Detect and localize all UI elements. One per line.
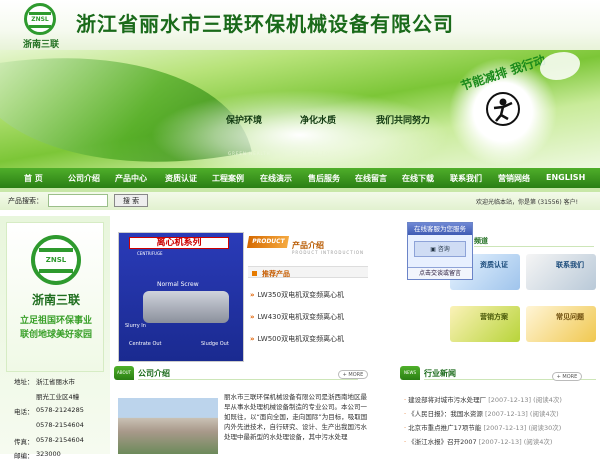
sidebar-logo-emblem: ZNSL	[31, 235, 81, 285]
search-bar: 产品搜索： 搜 索 欢迎光临本站，你是第 (31556) 客户!	[0, 192, 600, 210]
logo-name: 浙南三联	[22, 40, 59, 50]
leave-message-link[interactable]: 点击交谈或留言	[408, 267, 472, 279]
nav-message[interactable]: 在线留言	[355, 173, 387, 184]
site-header: ZNSL 浙南三联 浙江省丽水市三联环保机械设备有限公司	[0, 0, 600, 50]
product-item-3[interactable]: » LW500双电机双变频离心机	[250, 334, 344, 344]
news-item-4[interactable]: · 《浙江水报》召开2007 [2007-12-13] (阅读4次)	[404, 436, 600, 446]
search-button[interactable]: 搜 索	[114, 194, 148, 207]
about-text: 丽水市三联环保机械设备有限公司是浙西南地区最早从事水处理机械设备制造的专业公司。…	[224, 393, 368, 441]
center-column: 离心机系列 CENTRIFUGE Normal Screw Slurry In …	[112, 216, 370, 454]
zip-label: 邮编：	[14, 452, 34, 460]
nav-service[interactable]: 售后服务	[308, 173, 340, 184]
tile-contact[interactable]: 联系我们	[526, 254, 596, 290]
consult-button[interactable]: ▣ 咨询	[414, 241, 466, 257]
phone-label: 电话：	[14, 408, 34, 416]
product-section-subtitle: PRODUCT INTRODUCTION	[292, 250, 364, 255]
banner-sub-mid: HEALTH FOR ALL	[298, 151, 346, 156]
banner-slogan-2: 净化水质	[300, 116, 337, 126]
tile-marketing[interactable]: 营销方案	[450, 306, 520, 342]
banner-slogan-1: 保护环境	[226, 116, 263, 126]
fax-label: 传真：	[14, 438, 34, 446]
news-title: 行业新闻	[424, 369, 456, 378]
slurry-in-label: Slurry In	[125, 323, 146, 329]
motto-line-1: 立足祖国环保事业	[19, 316, 92, 326]
channel-title: 频道	[474, 237, 488, 245]
nav-network[interactable]: 营销网络	[498, 173, 530, 184]
logo-abbrev: ZNSL	[31, 16, 49, 23]
centrifuge-title: 离心机系列	[129, 237, 229, 249]
product-item-1[interactable]: » LW350双电机双变频离心机	[250, 290, 344, 300]
company-logo[interactable]: ZNSL 浙南三联	[18, 3, 64, 50]
product-tag: PRODUCT	[246, 236, 290, 248]
running-person-icon	[486, 92, 520, 126]
address-label: 地址：	[14, 378, 34, 386]
nav-download[interactable]: 在线下载	[402, 173, 434, 184]
recommended-label: 推荐产品	[262, 270, 290, 278]
chat-icon: ▣	[430, 246, 438, 253]
sidebar-logo-abbrev: ZNSL	[45, 256, 67, 264]
about-more-button[interactable]: + MORE	[338, 370, 368, 379]
logo-emblem: ZNSL	[24, 3, 56, 35]
nav-products[interactable]: 产品中心	[115, 173, 147, 184]
zip-code: 323000	[36, 450, 61, 458]
search-label: 产品搜索：	[8, 197, 43, 205]
nav-demo[interactable]: 在线演示	[260, 173, 292, 184]
double-arrow-icon: »	[250, 291, 255, 299]
centrifuge-image[interactable]: 离心机系列 CENTRIFUGE Normal Screw Slurry In …	[118, 232, 244, 362]
sludge-out-label: Sludge Out	[201, 341, 229, 347]
brand-panel: ZNSL 浙南三联 立足祖国环保事业 联创地球美好家园	[6, 222, 104, 372]
factory-photo[interactable]	[118, 398, 218, 454]
double-arrow-icon: »	[250, 335, 255, 343]
news-item-3[interactable]: · 北京市重点推广17项节能 [2007-12-13] (阅读30次)	[404, 422, 600, 432]
nav-english[interactable]: ENGLISH	[546, 173, 585, 182]
news-item-1[interactable]: · 建设部将对城市污水处理厂 [2007-12-13] (阅读4次)	[404, 394, 600, 404]
centrifuge-machine	[143, 291, 229, 323]
address-line-1: 浙江省丽水市	[36, 378, 75, 386]
screw-label: Normal Screw	[157, 281, 199, 288]
about-tag: ABOUT	[114, 366, 134, 380]
phone-1: 0578-2124285	[36, 406, 84, 414]
tile-faq[interactable]: 常见问题	[526, 306, 596, 342]
left-sidebar: ZNSL 浙南三联 立足祖国环保事业 联创地球美好家园	[0, 216, 110, 454]
main-nav: 首 页 公司介绍 产品中心 资质认证 工程案例 在线演示 售后服务 在线留言 在…	[0, 168, 600, 188]
phone-2: 0578-2154604	[36, 421, 84, 429]
nav-cases[interactable]: 工程案例	[212, 173, 244, 184]
nav-certification[interactable]: 资质认证	[165, 173, 197, 184]
sidebar-logo-name: 浙南三联	[31, 293, 80, 307]
news-more-button[interactable]: + MORE	[552, 372, 582, 381]
online-service-widget[interactable]: 在线客服为您服务 ▣ 咨询 点击交谈或留言	[407, 222, 473, 280]
double-arrow-icon: »	[250, 313, 255, 321]
centrate-out-label: Centrate Out	[129, 341, 162, 347]
visitor-counter: 欢迎光临本站，你是第 (31556) 客户!	[476, 199, 578, 206]
square-bullet-icon	[252, 271, 257, 276]
nav-home[interactable]: 首 页	[24, 173, 43, 184]
about-title: 公司介绍	[138, 369, 170, 378]
news-item-2[interactable]: · 《人民日报》：我国水资源 [2007-12-13] (阅读4次)	[404, 408, 600, 418]
nav-contact[interactable]: 联系我们	[450, 173, 482, 184]
product-item-2[interactable]: » LW430双电机双变频离心机	[250, 312, 344, 322]
nav-about[interactable]: 公司介绍	[68, 173, 100, 184]
banner-sub-left: GREEN HEALTH	[228, 151, 271, 156]
banner-slogan-3: 我们共同努力	[376, 116, 431, 126]
address-line-2: 丽光工业区4幢	[36, 393, 80, 401]
motto-line-2: 联创地球美好家园	[19, 330, 92, 340]
company-name: 浙江省丽水市三联环保机械设备有限公司	[76, 12, 454, 36]
service-header: 在线客服为您服务	[408, 223, 472, 235]
news-tag: NEWS	[400, 366, 420, 380]
recommended-header: 推荐产品	[248, 266, 368, 278]
centrifuge-sub: CENTRIFUGE	[137, 251, 163, 256]
about-section-header: ABOUT 公司介绍	[114, 366, 358, 380]
search-input[interactable]	[48, 194, 108, 207]
fax-number: 0578-2154604	[36, 436, 84, 444]
